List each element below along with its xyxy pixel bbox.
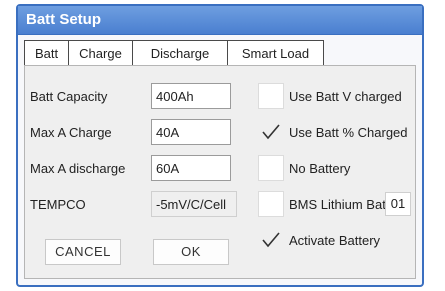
use-batt-v-checkbox[interactable] [258, 83, 284, 109]
max-discharge-field[interactable]: 60A [151, 155, 231, 181]
tab-batt[interactable]: Batt [24, 40, 69, 66]
use-batt-pct-checkbox[interactable] [258, 119, 284, 145]
bms-lithium-label: BMS Lithium Batt [289, 197, 390, 212]
use-batt-v-label: Use Batt V charged [289, 89, 402, 104]
checkmark-icon [262, 124, 280, 140]
activate-battery-checkbox[interactable] [258, 227, 284, 253]
tab-bar: Batt Charge Discharge Smart Load [24, 40, 324, 66]
title-bar[interactable]: Batt Setup [18, 6, 422, 35]
tempco-field[interactable]: -5mV/C/Cell [151, 191, 237, 217]
tab-smart-load[interactable]: Smart Load [228, 40, 324, 66]
checkmark-icon [262, 232, 280, 248]
batt-capacity-field[interactable]: 400Ah [151, 83, 231, 109]
max-discharge-label: Max A discharge [30, 161, 126, 176]
tab-discharge[interactable]: Discharge [133, 40, 228, 66]
bms-address-field[interactable]: 01 [385, 192, 411, 216]
no-battery-label: No Battery [289, 161, 351, 176]
ok-button[interactable]: OK [153, 239, 229, 265]
activate-battery-label: Activate Battery [289, 233, 381, 248]
max-charge-label: Max A Charge [30, 125, 112, 140]
window-title: Batt Setup [26, 11, 101, 28]
cancel-button[interactable]: CANCEL [45, 239, 121, 265]
max-charge-field[interactable]: 40A [151, 119, 231, 145]
tab-charge[interactable]: Charge [69, 40, 133, 66]
tempco-label: TEMPCO [30, 197, 86, 212]
no-battery-checkbox[interactable] [258, 155, 284, 181]
bms-lithium-checkbox[interactable] [258, 191, 284, 217]
batt-setup-dialog: Batt Setup Batt Charge Discharge Smart L… [16, 4, 424, 287]
use-batt-pct-label: Use Batt % Charged [289, 125, 408, 140]
batt-settings-panel: Batt Capacity Max A Charge Max A dischar… [24, 65, 416, 279]
batt-capacity-label: Batt Capacity [30, 89, 108, 104]
